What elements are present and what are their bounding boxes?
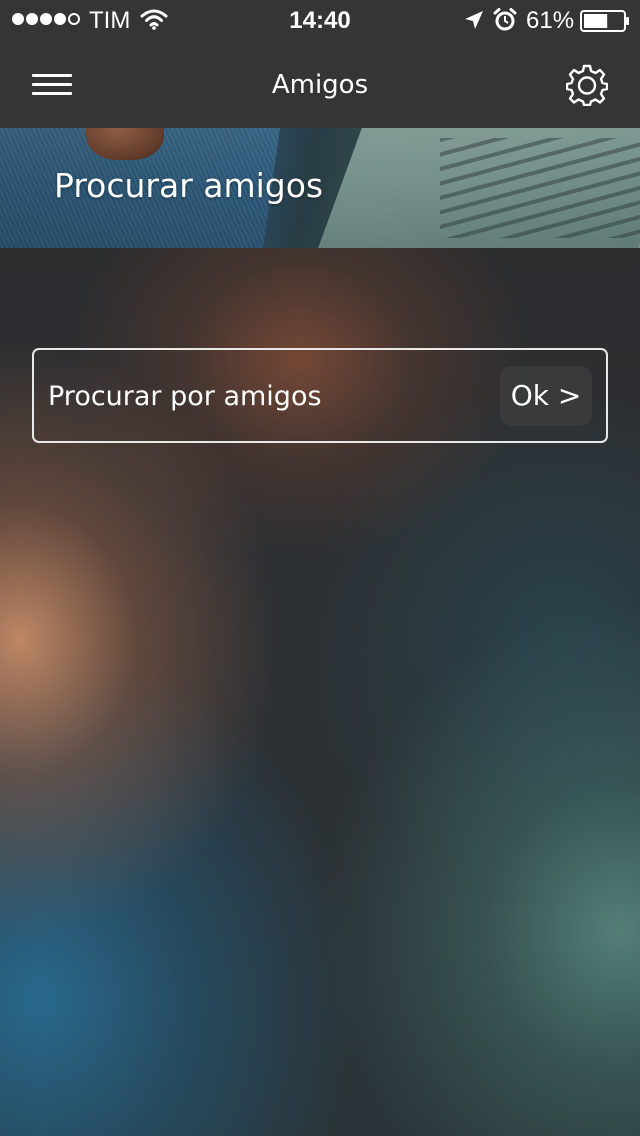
battery-icon — [580, 10, 629, 32]
page-title: Amigos — [271, 70, 369, 100]
alarm-clock-icon — [493, 8, 517, 31]
battery-level-fill — [584, 14, 608, 28]
header-banner: Procurar amigos — [0, 128, 640, 248]
settings-button[interactable] — [565, 64, 609, 107]
location-arrow-icon — [465, 11, 483, 29]
navigation-bar: Amigos — [0, 40, 640, 128]
search-input[interactable] — [48, 366, 478, 426]
section-title: Procurar amigos — [54, 166, 324, 205]
search-box: Ok > — [32, 348, 608, 443]
gear-icon — [565, 64, 609, 107]
ok-button[interactable]: Ok > — [500, 366, 592, 426]
battery-percentage: 61% — [526, 7, 575, 34]
status-bar: TIM 14:40 61% — [0, 0, 640, 40]
